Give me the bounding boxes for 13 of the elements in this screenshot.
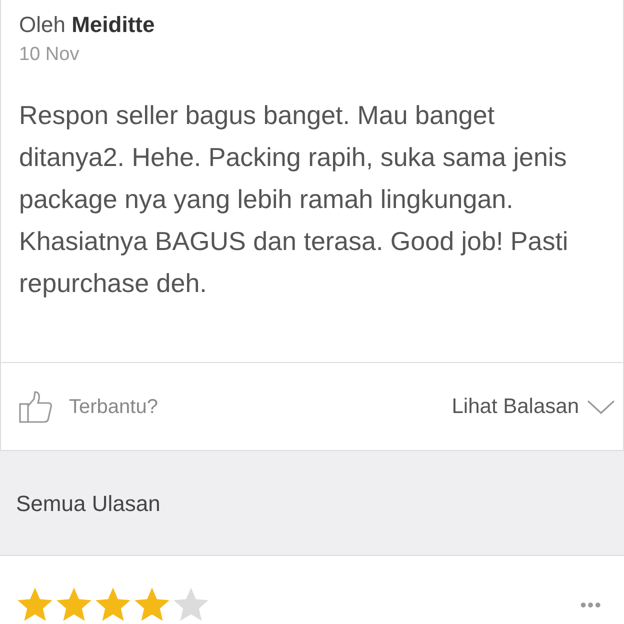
star-icon	[94, 586, 132, 624]
thumbs-up-icon[interactable]	[19, 390, 53, 422]
review-text: Respon seller bagus banget. Mau banget ditanya2. Hehe. Packing rapih, suka sama jenis package nya yang lebih ramah lingkungan. Khasiatnya BAGUS dan terasa. Good job! Pasti repurchase deh.	[19, 98, 570, 300]
view-replies-link[interactable]: Lihat Balasan	[452, 390, 579, 422]
more-options-icon[interactable]: •••	[580, 592, 602, 624]
helpful-label[interactable]: Terbantu?	[69, 392, 158, 422]
reviewer-name: Oleh Meiditte	[19, 11, 156, 39]
review-date: 10 Nov	[19, 43, 80, 67]
star-icon	[16, 586, 54, 624]
star-icon	[55, 586, 93, 624]
star-icon	[133, 586, 171, 624]
chevron-down-icon[interactable]	[587, 398, 615, 414]
section-title: Semua Ulasan	[16, 490, 160, 518]
